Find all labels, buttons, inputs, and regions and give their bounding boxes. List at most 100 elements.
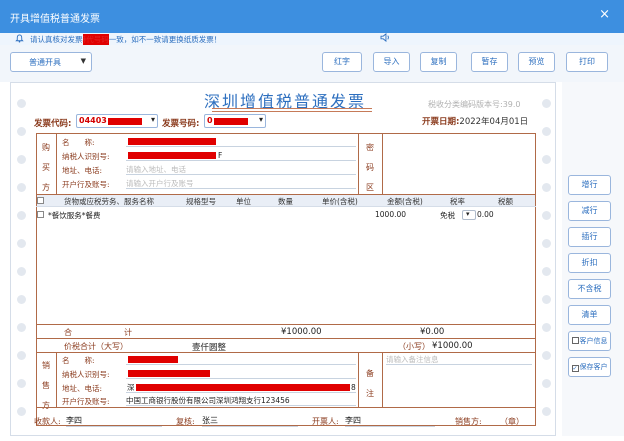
redaction [136,384,350,391]
chevron-down-icon: ▾ [150,115,155,124]
row-amount[interactable]: 1000.00 [375,210,406,219]
sum-amount: ¥1000.00 [281,327,322,337]
save-customer-button[interactable]: ✓ 保存客户 [568,357,611,377]
divider [56,352,57,407]
seller-address-label: 地址、电话: [62,384,103,393]
detail-list-button[interactable]: 清单 [568,305,611,325]
notice-bar: 请认真核对发票种类、代码、号码是否一致，如不一致请更换纸质发票！ [0,32,624,45]
divider [36,324,536,325]
speaker-icon[interactable] [380,32,391,45]
tax-exclusive-button[interactable]: 不含税 [568,279,611,299]
divider [358,133,359,194]
buyer-name-input[interactable] [126,136,356,147]
remark-section-label: 备注 [366,369,374,398]
preview-button[interactable]: 预览 [518,52,555,72]
seller-name-label: 名 称: [62,356,95,365]
rate-select[interactable]: ▾ [462,210,476,220]
seller-taxid-input[interactable] [126,368,356,379]
chevron-down-icon: ▾ [466,210,470,218]
drawer-label: 开票人: [312,417,339,426]
redaction [128,152,216,159]
seller-address-input[interactable]: 深8 [126,382,356,393]
remark-input[interactable]: 请输入备注信息 [386,354,532,365]
buyer-name-label: 名 称: [62,138,95,147]
chevron-down-icon: ▼ [80,57,86,65]
row-tax[interactable]: 0.00 [477,210,494,219]
temp-save-button[interactable]: 暂存 [471,52,508,72]
tax-version: 税收分类编码版本号:39.0 [428,100,521,109]
invoice-date-value: 2022年04月01日 [459,117,529,127]
buyer-bank-input[interactable]: 请输入开户行及账号 [126,178,356,189]
delete-row-button[interactable]: 减行 [568,201,611,221]
window-title: 开具增值税普通发票 [10,14,100,25]
divider [382,133,383,194]
seller-sign-label: 销售方: [455,417,482,426]
discount-button[interactable]: 折扣 [568,253,611,273]
invoice-code-select[interactable]: 04403 ▾ [76,114,158,128]
payee-label: 收款人: [34,417,61,426]
select-all-checkbox[interactable] [37,197,44,204]
print-button[interactable]: 打印 [566,52,608,72]
price-tax-lower: ¥1000.00 [432,341,473,351]
invoice-number-select[interactable]: 0 ▾ [204,114,266,128]
red-invoice-button[interactable]: 红字 [322,52,362,72]
copy-button[interactable]: 复制 [420,52,457,72]
bell-icon [15,34,24,45]
notice-text: 请认真核对发票种类、代码、号码是否一致，如不一致请更换纸质发票！ [30,34,222,45]
import-button[interactable]: 导入 [373,52,410,72]
insert-row-button[interactable]: 插行 [568,227,611,247]
divider [36,206,536,207]
divider [358,352,359,407]
seller-bank-label: 开户行及账号: [62,397,110,406]
invoice-number-label: 发票号码: [162,119,200,129]
redaction [128,370,210,377]
sum-label-2: 计 [124,328,132,337]
seal-text: （章） [500,417,524,426]
customer-info-label: 客户信息 [579,337,608,345]
invoice-code-value: 04403 [79,116,107,125]
divider [36,407,536,408]
cipher-section-label: 密码区 [366,143,374,192]
reviewer-input[interactable]: 张三 [202,415,298,427]
customer-info-button[interactable]: 客户信息 [568,331,611,351]
redaction [128,138,216,145]
seller-bank-input[interactable]: 中国工商银行股份有限公司深圳鸿翔支行123456 [126,395,356,406]
row-item-name[interactable]: *餐饮服务*餐费 [48,210,101,221]
buyer-taxid-label: 纳税人识别号: [62,152,110,161]
buyer-address-input[interactable]: 请输入地址、电话 [126,164,356,175]
invoice-date: 开票日期:2022年04月01日 [422,117,529,127]
seller-taxid-label: 纳税人识别号: [62,370,110,379]
add-row-button[interactable]: 增行 [568,175,611,195]
divider [56,133,57,194]
issue-mode-label: 普通开具 [29,58,61,67]
reviewer-label: 复核: [176,417,195,426]
payee-input[interactable]: 李四 [66,415,162,427]
row-checkbox[interactable] [37,211,44,218]
sum-label-1: 合 [64,328,72,337]
buyer-bank-label: 开户行及账号: [62,180,110,189]
redaction [214,118,248,125]
divider [36,338,536,339]
redaction [108,118,142,125]
customer-info-checkbox[interactable] [571,337,579,344]
save-customer-checkbox[interactable]: ✓ [571,365,579,372]
divider [36,352,536,353]
redaction [128,356,178,363]
buyer-taxid-input[interactable]: F [126,150,356,161]
drawer-input[interactable]: 李四 [345,415,435,427]
row-rate: 免税 [440,211,455,220]
title-underline-2 [212,111,372,112]
window-titlebar: 开具增值税普通发票 × [0,0,624,33]
buyer-address-label: 地址、电话: [62,166,103,175]
buyer-section-label: 购买方 [42,143,50,192]
invoice-number-value: 0 [207,116,213,125]
price-tax-lower-label: （小写） [398,342,430,351]
title-underline [212,108,372,109]
seller-name-input[interactable] [126,354,356,365]
invoice-code-label: 发票代码: [34,119,72,129]
close-icon[interactable]: × [599,8,610,21]
price-tax-label: 价税合计（大写） [64,342,128,351]
chevron-down-icon: ▾ [258,115,263,124]
issue-mode-select[interactable]: 普通开具 ▼ [10,52,92,72]
sum-tax: ¥0.00 [420,327,445,337]
